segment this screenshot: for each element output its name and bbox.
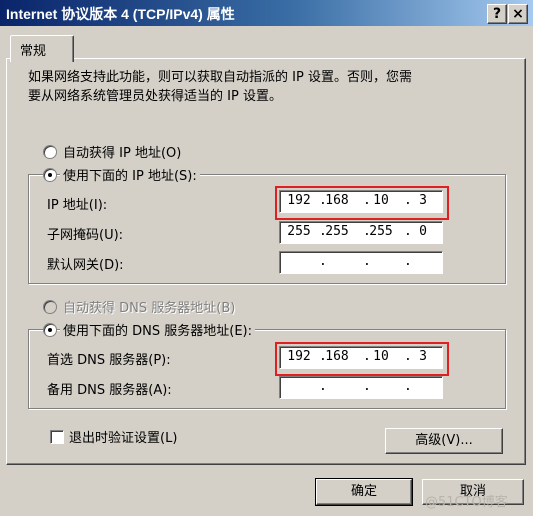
radio-manual-ip[interactable] [43, 168, 57, 182]
mask-octet-3: 255 [369, 224, 393, 239]
subnet-mask-label: 子网掩码(U): [47, 224, 124, 243]
description: 如果网络支持此功能，则可以获取自动指派的 IP 设置。否则，您需 要从网络系统管… [28, 68, 508, 106]
close-button[interactable]: × [508, 4, 528, 24]
gateway-label: 默认网关(D): [47, 254, 124, 273]
radio-selected-dot [48, 328, 52, 332]
ip-address-label: IP 地址(I): [47, 194, 108, 213]
ok-button[interactable]: 确定 [315, 478, 413, 506]
description-line-1: 如果网络支持此功能，则可以获取自动指派的 IP 设置。否则，您需 [28, 70, 412, 85]
advanced-button[interactable]: 高级(V)... [385, 428, 503, 454]
radio-auto-ip[interactable] [43, 145, 57, 159]
validate-label: 退出时验证设置(L) [69, 427, 178, 446]
mask-octet-4: 0 [419, 224, 427, 239]
gw-dot: . [319, 254, 327, 269]
preferred-dns-label: 首选 DNS 服务器(P): [47, 349, 171, 368]
auto-dns-label: 自动获得 DNS 服务器地址(B) [63, 297, 236, 316]
auto-ip-label: 自动获得 IP 地址(O) [63, 142, 182, 161]
subnet-mask-field[interactable]: 255 . 255 . 255 . 0 [279, 221, 443, 244]
highlight-ip [275, 186, 449, 220]
adns-dot: . [404, 379, 412, 394]
window-title: Internet 协议版本 4 (TCP/IPv4) 属性 [6, 6, 235, 22]
tab-general-label: 常规 [20, 44, 47, 59]
manual-dns-label: 使用下面的 DNS 服务器地址(E): [60, 320, 255, 339]
radio-auto-dns[interactable] [43, 300, 57, 314]
manual-ip-label: 使用下面的 IP 地址(S): [60, 165, 200, 184]
description-line-2: 要从网络系统管理员处获得适当的 IP 设置。 [28, 89, 282, 104]
alternate-dns-field[interactable]: . . . [279, 376, 443, 399]
alternate-dns-label: 备用 DNS 服务器(A): [47, 379, 172, 398]
help-button[interactable]: ? [487, 4, 507, 24]
radio-manual-dns[interactable] [43, 323, 57, 337]
watermark: @51CTO博客 [425, 495, 508, 510]
highlight-dns [275, 342, 449, 376]
validate-checkbox[interactable] [50, 430, 64, 444]
title-bar[interactable]: Internet 协议版本 4 (TCP/IPv4) 属性 ? × [0, 0, 533, 26]
mask-octet-2: 255 [325, 224, 349, 239]
radio-selected-dot [48, 173, 52, 177]
gateway-field[interactable]: . . . [279, 251, 443, 274]
adns-dot: . [363, 379, 371, 394]
gw-dot: . [404, 254, 412, 269]
adns-dot: . [319, 379, 327, 394]
tab-general[interactable]: 常规 [10, 35, 74, 62]
mask-octet-1: 255 [287, 224, 311, 239]
gw-dot: . [363, 254, 371, 269]
